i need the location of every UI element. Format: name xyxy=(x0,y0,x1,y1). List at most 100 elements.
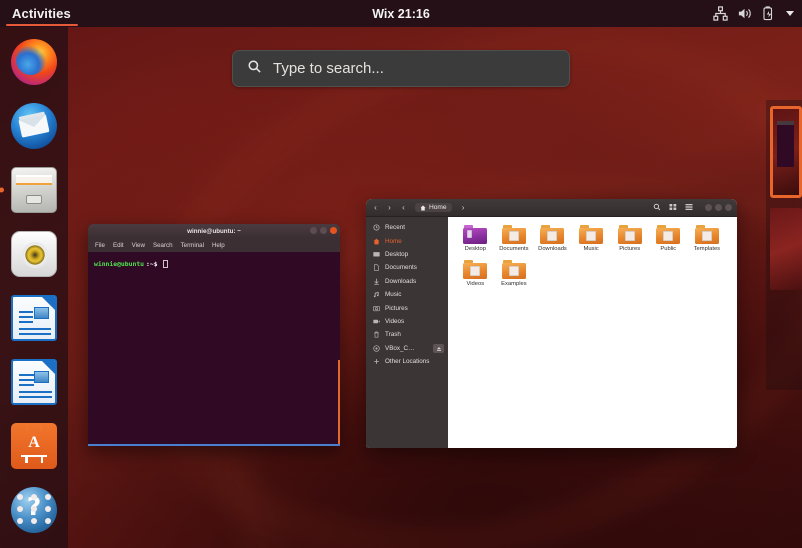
files-window[interactable]: ‹ › ‹ Home › Recent Home Desktop Documen… xyxy=(366,199,737,448)
clock-icon xyxy=(373,224,380,231)
maximize-button[interactable] xyxy=(715,204,722,211)
firefox-icon xyxy=(11,39,57,85)
sidebar-item-desktop[interactable]: Desktop xyxy=(366,248,448,261)
menu-file[interactable]: File xyxy=(95,242,105,249)
sidebar-item-documents[interactable]: Documents xyxy=(366,261,448,274)
system-tray xyxy=(713,0,794,27)
folder-icon xyxy=(540,225,565,244)
forward-button[interactable]: › xyxy=(385,203,394,212)
dock-item-libreoffice-impress[interactable] xyxy=(8,292,60,344)
sidebar-item-pictures[interactable]: Pictures xyxy=(366,301,448,314)
folder-label: Examples xyxy=(501,281,527,287)
menu-view[interactable]: View xyxy=(132,242,145,249)
search-icon[interactable] xyxy=(653,203,661,213)
folder-item[interactable]: Public xyxy=(649,225,688,253)
search-input[interactable]: Type to search... xyxy=(232,50,570,87)
folder-grid: Desktop Documents Downloads Music Pictur… xyxy=(456,225,733,295)
chevron-down-icon[interactable] xyxy=(786,11,794,16)
dock-item-rhythmbox[interactable] xyxy=(8,228,60,280)
workspace-switcher xyxy=(766,100,802,390)
menu-edit[interactable]: Edit xyxy=(113,242,124,249)
grid-view-icon[interactable] xyxy=(669,203,677,213)
close-button[interactable] xyxy=(330,227,337,234)
document-icon xyxy=(373,264,380,272)
search-placeholder: Type to search... xyxy=(273,60,384,77)
files-window-controls xyxy=(705,204,732,211)
sidebar-item-downloads[interactable]: Downloads xyxy=(366,275,448,288)
dock-item-libreoffice-writer[interactable] xyxy=(8,356,60,408)
dock-item-ubuntu-software[interactable]: A xyxy=(8,420,60,472)
breadcrumb[interactable]: Home xyxy=(415,203,452,212)
sidebar-item-videos[interactable]: Videos xyxy=(366,315,448,328)
sidebar-label: Music xyxy=(385,291,402,299)
show-applications-button[interactable] xyxy=(17,494,51,530)
folder-icon xyxy=(463,260,488,279)
menu-help[interactable]: Help xyxy=(212,242,225,249)
close-button[interactable] xyxy=(725,204,732,211)
download-icon xyxy=(373,278,380,285)
terminal-scrollbar[interactable] xyxy=(338,360,340,444)
workspace-thumbnail-2[interactable] xyxy=(770,208,802,290)
minimize-button[interactable] xyxy=(310,227,317,234)
folder-item[interactable]: Documents xyxy=(495,225,534,253)
sidebar-label: Home xyxy=(385,237,402,245)
terminal-body[interactable]: winnie@ubuntu:~$ xyxy=(88,252,340,444)
sidebar-label: Trash xyxy=(385,331,401,339)
terminal-titlebar[interactable]: winnie@ubuntu: ~ xyxy=(88,224,340,238)
breadcrumb-next-icon[interactable]: › xyxy=(459,203,468,212)
terminal-cursor xyxy=(162,260,168,268)
libreoffice-writer-icon xyxy=(11,359,57,405)
folder-item[interactable]: Music xyxy=(572,225,611,253)
sidebar-label: VBox_C… xyxy=(385,344,415,352)
sidebar-item-other-locations[interactable]: Other Locations xyxy=(366,355,448,368)
volume-icon[interactable] xyxy=(737,6,752,21)
workspace-thumbnail-1[interactable] xyxy=(770,106,802,198)
folder-icon xyxy=(617,225,642,244)
battery-charging-icon[interactable] xyxy=(761,6,776,21)
ubuntu-software-icon: A xyxy=(11,423,57,469)
folder-icon xyxy=(656,225,681,244)
files-sidebar: Recent Home Desktop Documents Downloads … xyxy=(366,217,448,448)
folder-label: Documents xyxy=(499,246,529,252)
list-view-icon[interactable] xyxy=(685,203,693,213)
dock-item-thunderbird[interactable] xyxy=(8,100,60,152)
dock-item-files[interactable] xyxy=(8,164,60,216)
files-view[interactable]: Desktop Documents Downloads Music Pictur… xyxy=(448,217,737,448)
sidebar-item-home[interactable]: Home xyxy=(366,234,448,247)
folder-label: Downloads xyxy=(538,246,567,252)
menu-search[interactable]: Search xyxy=(153,242,173,249)
dock-item-firefox[interactable] xyxy=(8,36,60,88)
maximize-button[interactable] xyxy=(320,227,327,234)
minimize-button[interactable] xyxy=(705,204,712,211)
sidebar-item-music[interactable]: Music xyxy=(366,288,448,301)
terminal-title: winnie@ubuntu: ~ xyxy=(187,227,241,235)
folder-icon xyxy=(579,225,604,244)
sidebar-label: Pictures xyxy=(385,304,408,312)
folder-item[interactable]: Desktop xyxy=(456,225,495,253)
activities-button[interactable]: Activities xyxy=(0,0,84,27)
terminal-window[interactable]: winnie@ubuntu: ~ File Edit View Search T… xyxy=(88,224,340,446)
folder-icon xyxy=(463,225,488,244)
disc-icon xyxy=(373,345,380,352)
folder-item[interactable]: Pictures xyxy=(610,225,649,253)
sidebar-label: Recent xyxy=(385,224,405,232)
path-dropdown-icon[interactable]: ‹ xyxy=(399,203,408,212)
menu-terminal[interactable]: Terminal xyxy=(181,242,204,249)
sidebar-item-trash[interactable]: Trash xyxy=(366,328,448,341)
sidebar-label: Downloads xyxy=(385,277,417,285)
eject-button[interactable] xyxy=(433,344,444,354)
sidebar-item-vbox[interactable]: VBox_C… xyxy=(366,342,448,355)
terminal-window-controls xyxy=(310,227,337,234)
folder-item[interactable]: Examples xyxy=(495,260,534,288)
folder-item[interactable]: Videos xyxy=(456,260,495,288)
network-icon[interactable] xyxy=(713,6,728,21)
picture-icon xyxy=(373,305,380,312)
home-icon xyxy=(373,238,380,245)
folder-label: Music xyxy=(583,246,599,252)
sidebar-item-recent[interactable]: Recent xyxy=(366,221,448,234)
folder-item[interactable]: Templates xyxy=(688,225,727,253)
back-button[interactable]: ‹ xyxy=(371,203,380,212)
thunderbird-icon xyxy=(11,103,57,149)
folder-item[interactable]: Downloads xyxy=(533,225,572,253)
folder-label: Public xyxy=(660,246,677,252)
